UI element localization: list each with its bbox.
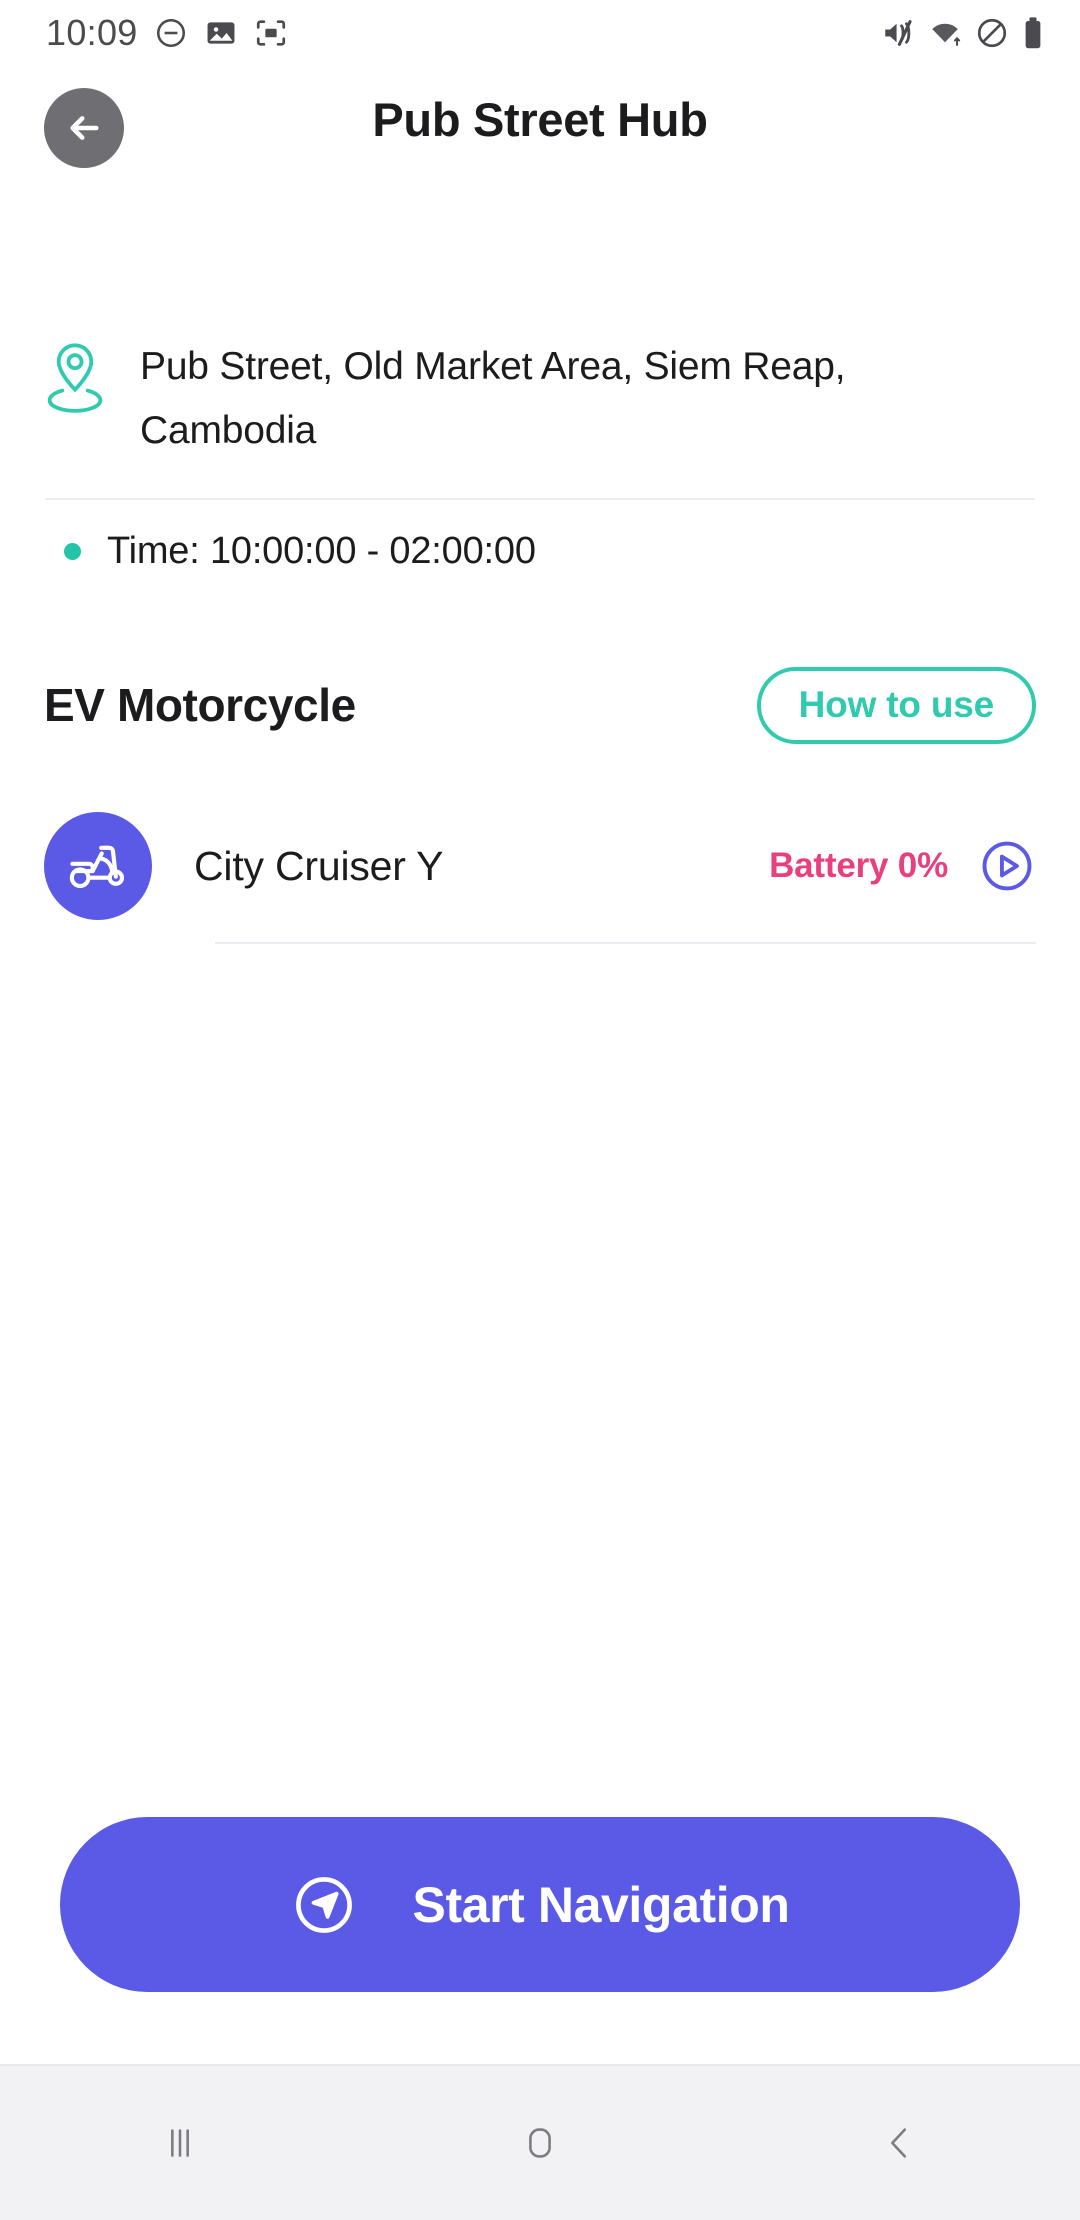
- scooter-icon: [44, 812, 152, 920]
- volume-mute-icon: [885, 20, 912, 46]
- home-icon: [529, 2128, 551, 2158]
- page-title: Pub Street Hub: [372, 93, 708, 146]
- battery-icon: [1025, 17, 1041, 49]
- screenshot-icon: [256, 20, 285, 46]
- dnd-minus-icon: [156, 18, 185, 48]
- start-navigation-label: Start Navigation: [412, 1876, 790, 1933]
- app-header: Pub Street Hub: [0, 66, 1080, 206]
- system-nav-bar: [0, 2064, 1080, 2220]
- vehicle-battery-status: Battery 0%: [769, 846, 948, 885]
- image-icon: [207, 22, 235, 44]
- opening-hours-text: Time: 10:00:00 - 02:00:00: [107, 530, 536, 572]
- status-dot-icon: [64, 543, 81, 560]
- how-to-use-button[interactable]: How to use: [756, 666, 1036, 744]
- divider-above-time: [45, 498, 1035, 500]
- status-bar: 10:09: [0, 0, 1080, 66]
- start-navigation-button[interactable]: Start Navigation: [60, 1817, 1020, 1992]
- location-address-row: Pub Street, Old Market Area, Siem Reap, …: [44, 335, 1044, 463]
- recents-button[interactable]: [0, 2066, 360, 2220]
- ev-section-header: EV Motorcycle How to use: [44, 660, 1036, 750]
- home-button[interactable]: [360, 2066, 720, 2220]
- app-screen: 10:09 Pub Street Hub Pub Street, Old Mar…: [0, 0, 1080, 2220]
- location-address-text: Pub Street, Old Market Area, Siem Reap, …: [140, 345, 846, 452]
- map-pin-icon: [44, 335, 106, 420]
- status-bar-right: [881, 16, 1044, 50]
- block-icon: [977, 18, 1007, 48]
- recents-icon: [171, 2129, 189, 2157]
- nav-back-button[interactable]: [720, 2066, 1080, 2220]
- vehicle-name: City Cruiser Y: [194, 842, 444, 889]
- section-title: EV Motorcycle: [44, 679, 356, 731]
- status-bar-clock: 10:09: [46, 12, 138, 53]
- navigation-arrow-icon: [295, 1876, 352, 1933]
- play-circle-icon[interactable]: [978, 837, 1036, 895]
- status-bar-left: 10:09: [46, 12, 288, 54]
- opening-hours-row: Time: 10:00:00 - 02:00:00: [64, 530, 536, 573]
- vehicle-list-item[interactable]: City Cruiser Y Battery 0%: [44, 812, 1036, 920]
- divider-below-vehicle: [215, 942, 1036, 944]
- wifi-icon: [932, 23, 961, 47]
- back-icon: [891, 2128, 907, 2158]
